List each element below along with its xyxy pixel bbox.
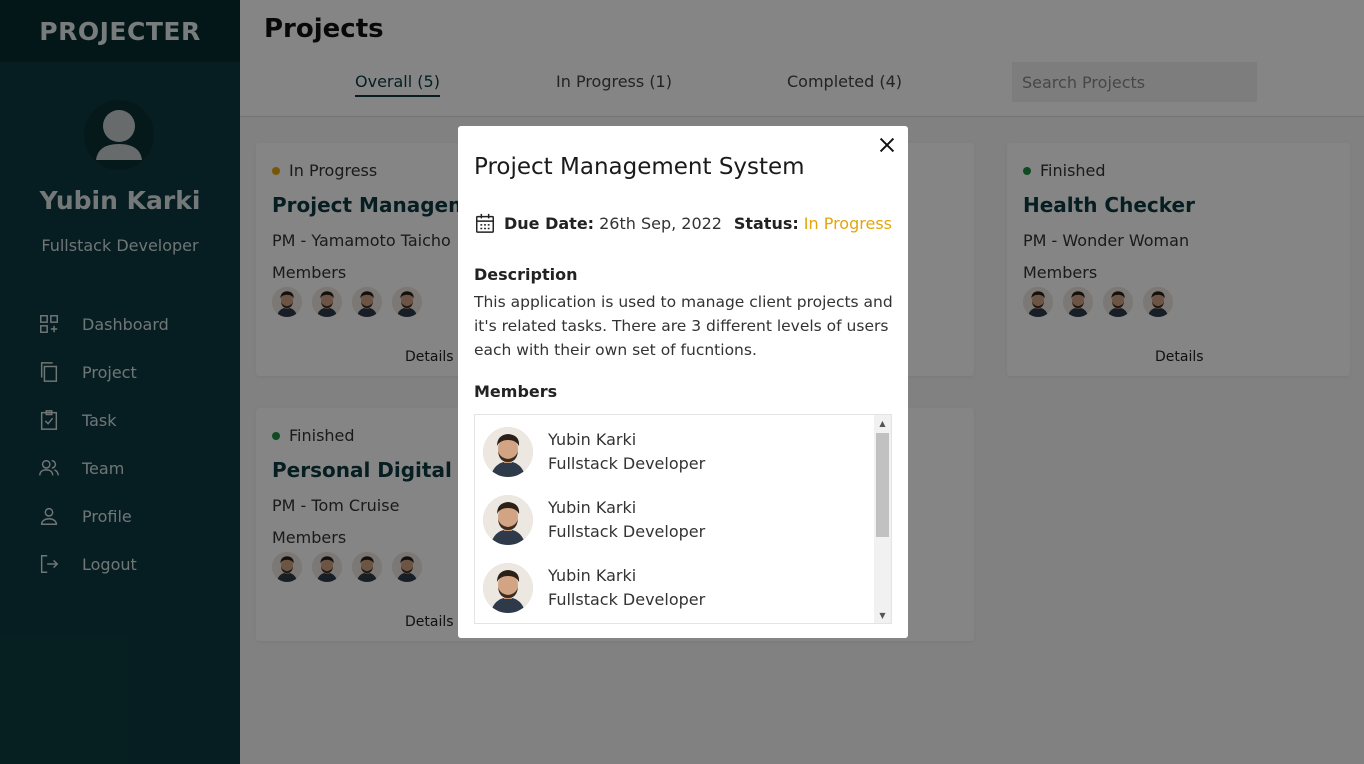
member-row: Yubin Karki Fullstack Developer — [483, 427, 705, 477]
modal-title: Project Management System — [474, 154, 805, 180]
due-date-value: 26th Sep, 2022 — [599, 213, 722, 233]
member-avatar — [483, 563, 533, 613]
status-value: In Progress — [803, 214, 892, 233]
member-name: Yubin Karki — [548, 566, 637, 585]
project-details-modal: Project Management System Due Date: 26th… — [458, 126, 908, 638]
member-row: Yubin Karki Fullstack Developer — [483, 495, 705, 545]
members-label: Members — [474, 382, 558, 401]
scrollbar[interactable]: ▲ ▼ — [874, 415, 891, 623]
member-avatar — [483, 495, 533, 545]
calendar-icon — [476, 213, 494, 233]
due-date-label: Due Date: — [504, 213, 595, 233]
due-date: Due Date: 26th Sep, 2022 — [474, 212, 722, 234]
member-name: Yubin Karki — [548, 498, 637, 517]
member-role: Fullstack Developer — [548, 522, 706, 541]
member-role: Fullstack Developer — [548, 454, 706, 473]
member-row: Yubin Karki Fullstack Developer — [483, 563, 705, 613]
member-role: Fullstack Developer — [548, 590, 706, 609]
member-name: Yubin Karki — [548, 430, 637, 449]
description-text: This application is used to manage clien… — [474, 293, 893, 359]
members-list[interactable]: Yubin Karki Fullstack Developer Yubin Ka… — [474, 414, 892, 624]
close-icon[interactable] — [876, 134, 898, 156]
scroll-down-arrow-icon[interactable]: ▼ — [874, 607, 891, 623]
member-avatar — [483, 427, 533, 477]
status-label: Status: — [733, 214, 799, 233]
description-label: Description — [474, 265, 578, 284]
modal-status: Status: In Progress — [734, 214, 892, 233]
scroll-up-arrow-icon[interactable]: ▲ — [874, 415, 891, 431]
scrollbar-thumb[interactable] — [876, 433, 889, 537]
